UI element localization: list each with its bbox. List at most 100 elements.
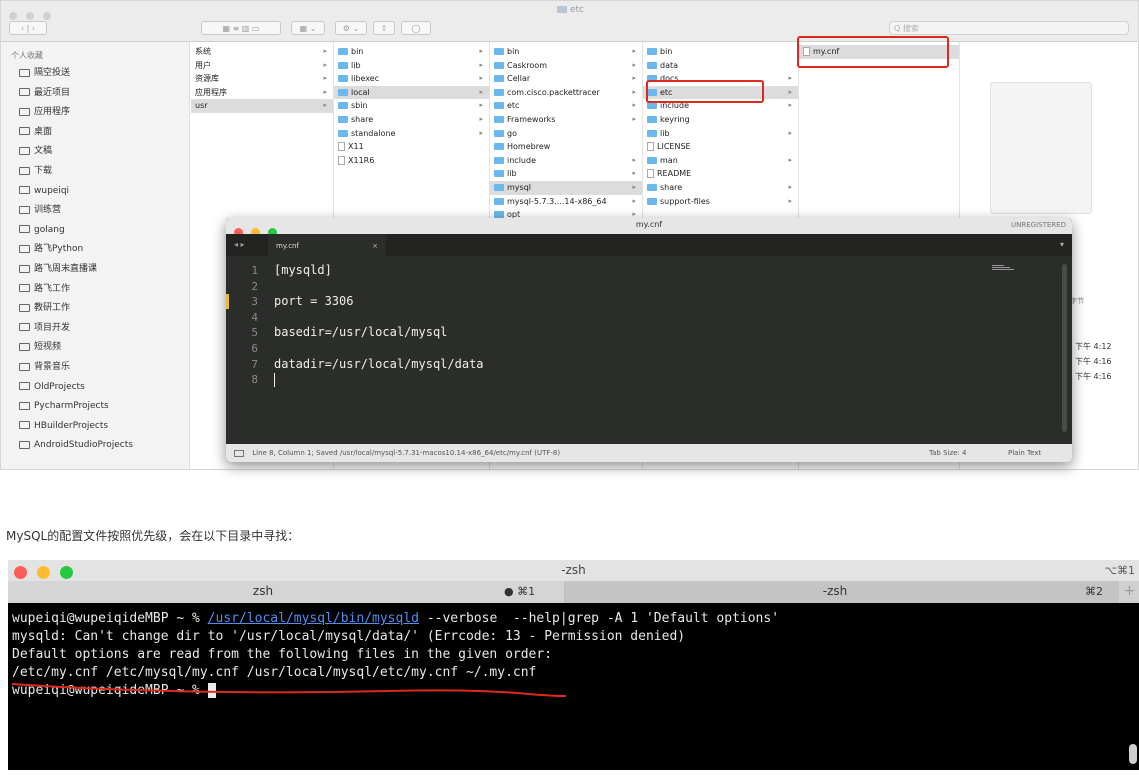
tab-my-cnf[interactable]: my.cnf ×: [268, 234, 386, 256]
terminal-title: -zsh: [561, 563, 586, 577]
sidebar-item[interactable]: 教研工作: [19, 299, 70, 318]
finder-list-item[interactable]: usr ▸: [191, 99, 333, 113]
sidebar-item[interactable]: 隔空投送: [19, 64, 70, 83]
finder-list-item[interactable]: com.cisco.packettracer ▸: [490, 86, 642, 100]
sidebar-item[interactable]: golang: [19, 221, 65, 240]
sidebar-item-label: 教研工作: [34, 303, 71, 314]
editor-titlebar: my.cnf UNREGISTERED: [226, 218, 1072, 237]
sidebar-item[interactable]: AndroidStudioProjects: [19, 436, 133, 455]
finder-list-item[interactable]: mysql-5.7.3....14-x86_64 ▸: [490, 195, 642, 209]
view-mode-button[interactable]: ▦ ≡ ▥ ▭: [201, 21, 281, 35]
tab-nav-arrows-icon[interactable]: ◂ ▸: [234, 240, 245, 249]
code-line[interactable]: [mysqld]: [274, 263, 332, 279]
finder-list-item[interactable]: standalone ▸: [334, 127, 489, 141]
new-tab-button[interactable]: +: [1120, 581, 1139, 603]
finder-list-item[interactable]: 系统 ▸: [191, 45, 333, 59]
group-button[interactable]: ▦ ⌄: [291, 21, 325, 35]
finder-list-item[interactable]: share ▸: [643, 181, 798, 195]
sidebar-item[interactable]: 训练营: [19, 201, 61, 220]
item-label: support-files: [660, 196, 710, 206]
sidebar-item[interactable]: 文稿: [19, 142, 52, 161]
finder-list-item[interactable]: mysql ▸: [490, 181, 642, 195]
folder-icon: [19, 264, 30, 273]
finder-list-item[interactable]: Cellar ▸: [490, 72, 642, 86]
sidebar-item[interactable]: 路飞Python: [19, 240, 83, 259]
finder-list-item[interactable]: Homebrew: [490, 140, 642, 154]
sidebar-item[interactable]: 最近项目: [19, 84, 70, 103]
finder-list-item[interactable]: bin: [643, 45, 798, 59]
finder-list-item[interactable]: local ▸: [334, 85, 489, 100]
back-forward-button[interactable]: ‹ | ›: [9, 21, 47, 35]
finder-list-item[interactable]: share ▸: [334, 113, 489, 127]
sidebar-item[interactable]: 短视频: [19, 338, 61, 357]
folder-icon: [647, 48, 657, 55]
finder-list-item[interactable]: bin ▸: [490, 45, 642, 59]
sidebar-heading: 个人收藏: [11, 51, 43, 60]
line-number: 8: [251, 373, 258, 387]
finder-list-item[interactable]: etc ▸: [490, 99, 642, 113]
sidebar-item[interactable]: 路飞周末直播课: [19, 260, 97, 279]
finder-list-item[interactable]: keyring: [643, 113, 798, 127]
sidebar-item[interactable]: wupeiqi: [19, 182, 69, 201]
tag-icon[interactable]: ◯: [401, 21, 431, 35]
tab-dropdown-icon[interactable]: ▾: [1060, 240, 1064, 249]
folder-icon: [494, 197, 504, 205]
sidebar-item[interactable]: HBuilderProjects: [19, 417, 108, 436]
finder-list-item[interactable]: support-files ▸: [643, 195, 798, 209]
item-label: bin: [660, 47, 673, 56]
code-line[interactable]: datadir=/usr/local/mysql/data: [274, 357, 484, 373]
folder-icon: [494, 156, 504, 164]
sidebar-item[interactable]: PycharmProjects: [19, 397, 109, 416]
chevron-right-icon: ▸: [632, 47, 636, 55]
tab-close-icon[interactable]: ×: [372, 234, 378, 258]
finder-list-item[interactable]: Frameworks ▸: [490, 113, 642, 127]
finder-list-item[interactable]: bin ▸: [334, 45, 489, 59]
gear-icon[interactable]: ⚙ ⌄: [335, 21, 367, 35]
finder-list-item[interactable]: libexec ▸: [334, 72, 489, 86]
sidebar-item[interactable]: 应用程序: [19, 103, 70, 122]
finder-list-item[interactable]: 用户 ▸: [191, 59, 333, 73]
panel-toggle-icon[interactable]: [234, 449, 244, 457]
item-label: Frameworks: [507, 115, 556, 124]
finder-list-item[interactable]: sbin ▸: [334, 99, 489, 113]
sidebar-item[interactable]: 背景音乐: [19, 358, 70, 377]
finder-list-item[interactable]: lib ▸: [490, 167, 642, 181]
finder-list-item[interactable]: X11: [334, 140, 489, 154]
sidebar-item[interactable]: 项目开发: [19, 319, 70, 338]
chevron-right-icon: ▸: [788, 101, 792, 110]
folder-icon: [19, 382, 30, 391]
terminal-scrollbar[interactable]: [1129, 744, 1137, 764]
finder-list-item[interactable]: lib ▸: [334, 59, 489, 73]
code-line[interactable]: port = 3306: [274, 294, 353, 310]
command-path-link[interactable]: /usr/local/mysql/bin/mysqld: [208, 611, 419, 626]
folder-icon: [19, 127, 30, 136]
share-icon[interactable]: ⇧: [373, 21, 395, 35]
tab-dash-zsh[interactable]: -zsh ⌘2: [565, 581, 1119, 603]
finder-list-item[interactable]: README: [643, 167, 798, 181]
sidebar-item[interactable]: 下载: [19, 162, 52, 181]
finder-list-item[interactable]: X11R6: [334, 154, 489, 168]
editor-scrollbar[interactable]: [1062, 264, 1067, 432]
finder-list-item[interactable]: Caskroom ▸: [490, 59, 642, 73]
sidebar-item[interactable]: 路飞工作: [19, 280, 70, 299]
item-label: X11: [348, 142, 364, 152]
finder-list-item[interactable]: data: [643, 59, 798, 73]
sidebar-item[interactable]: 桌面: [19, 123, 52, 142]
finder-list-item[interactable]: go: [490, 127, 642, 141]
finder-list-item[interactable]: lib ▸: [643, 127, 798, 141]
sidebar-item[interactable]: OldProjects: [19, 378, 85, 397]
finder-list-item[interactable]: include ▸: [490, 154, 642, 168]
syntax-label[interactable]: Plain Text: [1008, 444, 1041, 462]
tab-zsh[interactable]: zsh ● ⌘1: [8, 581, 565, 603]
finder-list-item[interactable]: 资源库 ▸: [191, 72, 333, 86]
finder-list-item[interactable]: 应用程序 ▸: [191, 86, 333, 100]
finder-list-item[interactable]: LICENSE: [643, 140, 798, 154]
search-input[interactable]: Q 搜索: [889, 21, 1129, 35]
folder-icon: [19, 284, 30, 293]
code-line[interactable]: basedir=/usr/local/mysql: [274, 325, 447, 341]
folder-icon: [494, 102, 504, 110]
tab-size-label[interactable]: Tab Size: 4: [929, 444, 966, 462]
item-label: 资源库: [195, 74, 219, 84]
finder-list-item[interactable]: man ▸: [643, 154, 798, 168]
minimap[interactable]: [992, 264, 1014, 274]
